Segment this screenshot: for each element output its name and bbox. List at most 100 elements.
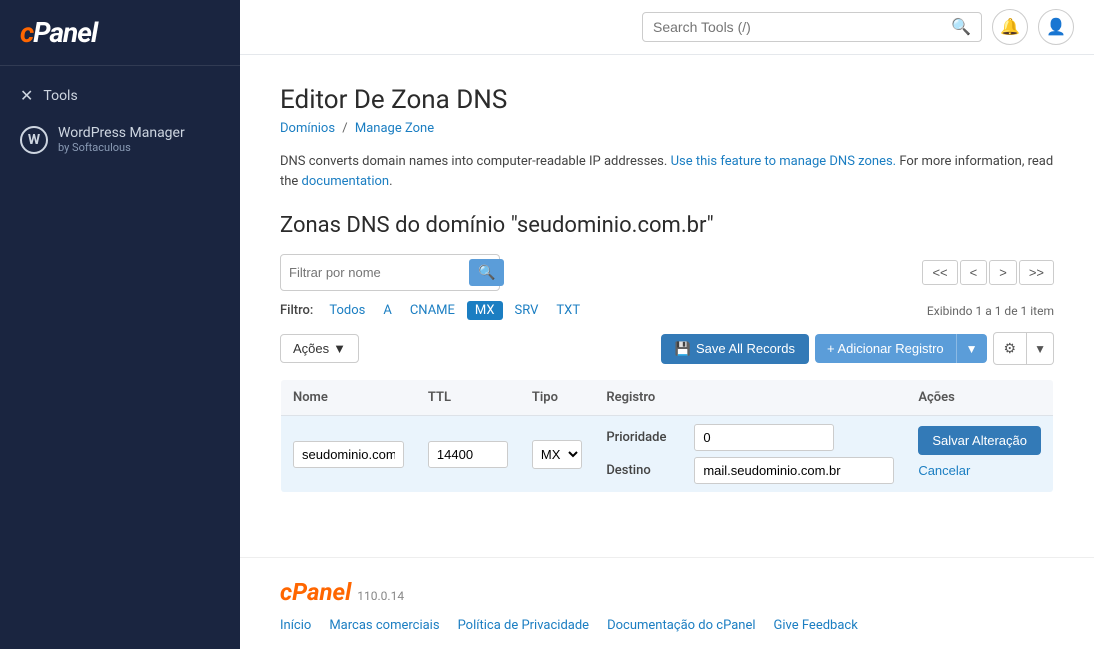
- filter-a[interactable]: A: [377, 301, 397, 320]
- col-ttl: TTL: [416, 380, 520, 416]
- col-tipo: Tipo: [520, 380, 594, 416]
- acoes-label: Ações: [293, 341, 329, 356]
- filter-input-wrap: 🔍: [280, 254, 500, 291]
- add-record-label: + Adicionar Registro: [827, 341, 944, 356]
- ttl-input[interactable]: [428, 441, 508, 468]
- tipo-select[interactable]: MX A CNAME TXT SRV: [532, 440, 582, 469]
- actions-bar: Ações ▼ 💾 Save All Records + Adicionar R…: [280, 332, 1054, 365]
- footer-logo-panel: Panel: [292, 578, 351, 606]
- search-button[interactable]: 🔍: [951, 17, 971, 37]
- gear-dropdown-button[interactable]: ▼: [1027, 332, 1054, 365]
- pagination: << < > >>: [922, 260, 1054, 285]
- info-text-1: DNS converts domain names into computer-…: [280, 154, 667, 169]
- page-title: Editor De Zona DNS: [280, 85, 1054, 115]
- sidebar-item-tools[interactable]: ✕ Tools: [0, 76, 240, 115]
- filter-row: 🔍 << < > >>: [280, 254, 1054, 291]
- destino-input[interactable]: [694, 457, 894, 484]
- main-content: 🔍 🔔 👤 Editor De Zona DNS Domínios / Mana…: [240, 0, 1094, 649]
- cell-acoes: Salvar Alteração Cancelar: [906, 416, 1053, 493]
- table-body: MX A CNAME TXT SRV Prioridade: [281, 416, 1054, 493]
- save-all-records-button[interactable]: 💾 Save All Records: [661, 334, 809, 364]
- record-fields: Prioridade Destino: [606, 424, 894, 484]
- footer-link-docs[interactable]: Documentação do cPanel: [607, 618, 755, 633]
- gear-button[interactable]: ⚙: [993, 332, 1028, 365]
- info-text-link[interactable]: Use this feature to manage DNS zones.: [671, 154, 897, 169]
- documentation-link[interactable]: documentation: [302, 174, 390, 189]
- destino-row: Destino: [606, 457, 894, 484]
- footer-link-privacidade[interactable]: Política de Privacidade: [458, 618, 590, 633]
- add-record-dropdown-button[interactable]: ▼: [956, 334, 987, 363]
- logo: cPanel: [20, 16, 220, 49]
- info-text-end: .: [389, 174, 392, 189]
- gear-group: ⚙ ▼: [993, 332, 1054, 365]
- user-icon: 👤: [1046, 17, 1066, 37]
- page-last-button[interactable]: >>: [1019, 260, 1054, 285]
- logo-c-letter: c: [20, 16, 33, 49]
- topbar: 🔍 🔔 👤: [240, 0, 1094, 55]
- wordpress-icon: W: [20, 126, 48, 154]
- user-button[interactable]: 👤: [1038, 9, 1074, 45]
- zone-title: Zonas DNS do domínio "seudominio.com.br": [280, 213, 1054, 238]
- info-text: DNS converts domain names into computer-…: [280, 152, 1054, 191]
- filter-txt[interactable]: TXT: [550, 301, 586, 320]
- search-wrapper: 🔍: [642, 12, 982, 42]
- breadcrumb-parent[interactable]: Domínios: [280, 121, 335, 136]
- col-nome: Nome: [281, 380, 416, 416]
- add-record-group: + Adicionar Registro ▼: [815, 334, 987, 363]
- table-header: Nome TTL Tipo Registro Ações: [281, 380, 1054, 416]
- prioridade-input[interactable]: [694, 424, 834, 451]
- notification-button[interactable]: 🔔: [992, 9, 1028, 45]
- footer: cPanel 110.0.14 Início Marcas comerciais…: [240, 557, 1094, 649]
- acoes-chevron-icon: ▼: [333, 341, 346, 356]
- content-area: Editor De Zona DNS Domínios / Manage Zon…: [240, 55, 1094, 557]
- breadcrumb-separator: /: [342, 121, 347, 136]
- save-change-button[interactable]: Salvar Alteração: [918, 426, 1041, 455]
- filter-label: Filtro:: [280, 303, 313, 318]
- cancel-button[interactable]: Cancelar: [918, 459, 970, 482]
- actions-left: Ações ▼: [280, 334, 359, 363]
- filter-todos[interactable]: Todos: [323, 301, 371, 320]
- cancel-label: Cancelar: [918, 463, 970, 478]
- nome-input[interactable]: [293, 441, 404, 468]
- filter-left: 🔍: [280, 254, 500, 291]
- prioridade-label: Prioridade: [606, 430, 686, 445]
- search-input[interactable]: [653, 19, 945, 35]
- sidebar-item-wordpress-manager[interactable]: W WordPress Manager by Softaculous: [0, 115, 240, 164]
- footer-link-inicio[interactable]: Início: [280, 618, 311, 633]
- cell-registro: Prioridade Destino: [594, 416, 906, 493]
- col-registro: Registro: [594, 380, 906, 416]
- actions-right: 💾 Save All Records + Adicionar Registro …: [661, 332, 1054, 365]
- tools-icon: ✕: [20, 86, 33, 105]
- footer-link-marcas[interactable]: Marcas comerciais: [329, 618, 439, 633]
- filter-input[interactable]: [289, 265, 465, 280]
- footer-logo-c: c: [280, 578, 292, 606]
- gear-icon: ⚙: [1004, 340, 1017, 356]
- logo-rest: Panel: [33, 16, 97, 49]
- page-prev-button[interactable]: <: [960, 260, 988, 285]
- filter-types: Filtro: Todos A CNAME MX SRV TXT: [280, 301, 586, 320]
- page-next-button[interactable]: >: [989, 260, 1017, 285]
- acoes-button[interactable]: Ações ▼: [280, 334, 359, 363]
- cell-nome: [281, 416, 416, 493]
- page-first-button[interactable]: <<: [922, 260, 957, 285]
- filter-mx[interactable]: MX: [467, 301, 503, 320]
- table-header-row: Nome TTL Tipo Registro Ações: [281, 380, 1054, 416]
- filter-cname[interactable]: CNAME: [404, 301, 461, 320]
- sidebar-logo: cPanel: [0, 0, 240, 66]
- footer-version: 110.0.14: [357, 589, 404, 603]
- add-record-button[interactable]: + Adicionar Registro: [815, 334, 956, 363]
- breadcrumb: Domínios / Manage Zone: [280, 121, 1054, 136]
- filter-srv[interactable]: SRV: [509, 301, 545, 320]
- footer-logo: cPanel 110.0.14: [280, 578, 1054, 606]
- table-row: MX A CNAME TXT SRV Prioridade: [281, 416, 1054, 493]
- breadcrumb-current[interactable]: Manage Zone: [355, 121, 434, 136]
- destino-label: Destino: [606, 463, 686, 478]
- wordpress-manager-labels: WordPress Manager by Softaculous: [58, 125, 185, 154]
- save-icon: 💾: [675, 341, 691, 357]
- dropdown-chevron-icon: ▼: [966, 342, 978, 356]
- filter-search-button[interactable]: 🔍: [469, 259, 504, 286]
- footer-link-feedback[interactable]: Give Feedback: [774, 618, 858, 633]
- gear-chevron-icon: ▼: [1034, 342, 1046, 356]
- notification-icon: 🔔: [1000, 17, 1020, 37]
- cell-ttl: [416, 416, 520, 493]
